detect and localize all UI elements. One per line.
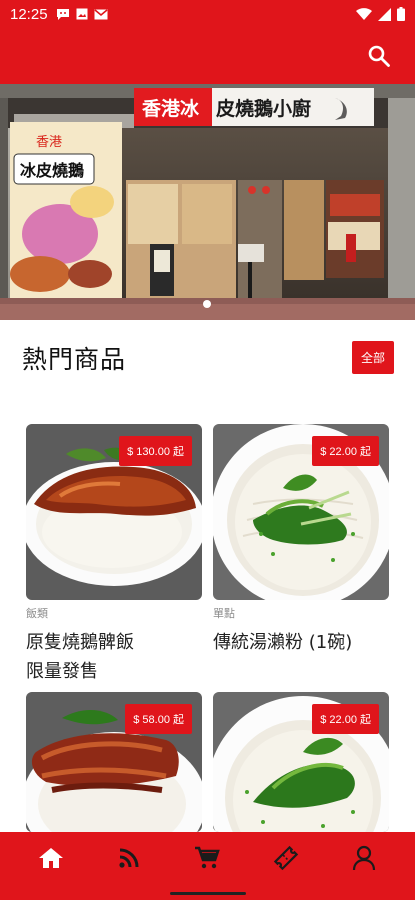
chat-bubble-icon xyxy=(56,8,69,20)
cart-icon xyxy=(195,846,221,869)
profile-icon xyxy=(352,845,375,871)
battery-icon xyxy=(397,7,405,21)
hero-banner[interactable]: 香港冰 皮燒鵝小廚 香港 冰皮燒鵝 xyxy=(0,84,415,320)
sign-black-text: 皮燒鵝小廚 xyxy=(216,97,311,120)
price-tag: $ 130.00 起 xyxy=(119,436,192,466)
product-card[interactable]: $ 22.00 起 單點 傳統湯瀨粉 (1碗) xyxy=(213,424,389,657)
nav-home[interactable] xyxy=(33,840,69,876)
nav-profile[interactable] xyxy=(346,840,382,876)
product-name: 原隻燒鵝髀飯 限量發售 xyxy=(26,628,202,686)
nav-feed[interactable] xyxy=(111,840,147,876)
product-name: 傳統湯瀨粉 (1碗) xyxy=(213,628,389,657)
view-all-button[interactable]: 全部 xyxy=(352,341,394,374)
product-image: $ 130.00 起 xyxy=(26,424,202,600)
product-image: $ 22.00 起 xyxy=(213,424,389,600)
product-image: $ 22.00 起 xyxy=(213,692,389,832)
coupon-ticket-icon xyxy=(273,845,298,871)
gmail-icon xyxy=(94,8,108,19)
price-tag: $ 58.00 起 xyxy=(125,704,192,734)
product-card[interactable]: $ 58.00 起 xyxy=(26,692,202,832)
home-icon xyxy=(39,848,64,868)
price-tag: $ 22.00 起 xyxy=(312,704,379,734)
product-card[interactable]: $ 130.00 起 飯類 原隻燒鵝髀飯 限量發售 xyxy=(26,424,202,686)
section-title: 熱門商品 xyxy=(22,345,127,374)
product-card[interactable]: $ 22.00 起 xyxy=(213,692,389,832)
cell-signal-icon xyxy=(378,7,391,21)
product-name-line1: 傳統湯瀨粉 (1碗) xyxy=(213,632,353,653)
price-tag: $ 22.00 起 xyxy=(312,436,379,466)
carousel-dot-active[interactable] xyxy=(203,300,211,308)
status-time: 12:25 xyxy=(10,5,48,23)
wifi-icon xyxy=(356,7,372,20)
search-button[interactable] xyxy=(365,42,393,70)
app-bar xyxy=(0,28,415,84)
restaurant-storefront-photo: 香港冰 皮燒鵝小廚 香港 冰皮燒鵝 xyxy=(0,84,415,320)
photo-notification-icon xyxy=(76,8,88,20)
status-bar: 12:25 xyxy=(0,0,415,28)
nav-coupons[interactable] xyxy=(268,840,304,876)
poster-text-line2: 冰皮燒鵝 xyxy=(20,161,84,180)
search-icon xyxy=(368,45,390,67)
nav-cart[interactable] xyxy=(189,840,225,876)
home-gesture-bar[interactable] xyxy=(170,892,246,895)
gesture-bar-area xyxy=(0,884,415,900)
product-image: $ 58.00 起 xyxy=(26,692,202,832)
rss-feed-icon xyxy=(119,848,139,868)
product-category: 單點 xyxy=(213,607,235,620)
product-name-line2: 限量發售 xyxy=(26,661,98,682)
poster-text-line1: 香港 xyxy=(36,135,62,150)
product-category: 飯類 xyxy=(26,607,48,620)
sign-red-text: 香港冰 xyxy=(141,97,200,120)
bottom-navigation xyxy=(0,832,415,884)
product-name-line1: 原隻燒鵝髀飯 xyxy=(26,632,134,653)
